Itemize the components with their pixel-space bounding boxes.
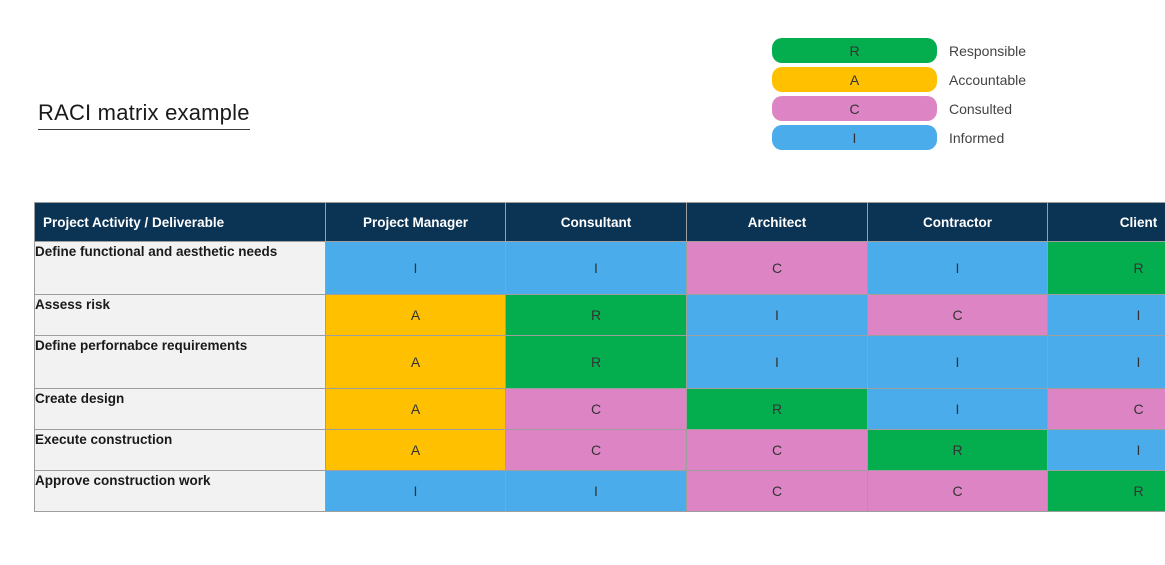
legend-label-responsible: Responsible	[949, 42, 1027, 59]
raci-cell: I	[1047, 335, 1165, 389]
table-body: Define functional and aesthetic needs I I C…	[34, 241, 1165, 512]
raci-cell: C	[686, 241, 868, 295]
raci-matrix-table: Project Activity / Deliverable Project Ma…	[34, 202, 1165, 512]
activity-label: Create design	[34, 388, 326, 430]
raci-cell: C	[867, 294, 1048, 336]
raci-cell: C	[686, 429, 868, 471]
raci-cell: C	[505, 429, 687, 471]
raci-cell: I	[1047, 294, 1165, 336]
raci-cell: I	[867, 335, 1048, 389]
raci-cell: R	[1047, 241, 1165, 295]
column-header-architect: Architect	[686, 202, 868, 242]
raci-cell: C	[686, 470, 868, 512]
table-header-row: Project Activity / Deliverable Project Ma…	[34, 202, 1165, 242]
activity-label: Define perfornabce requirements	[34, 335, 326, 389]
raci-cell: A	[325, 429, 506, 471]
legend-label-informed: Informed	[949, 129, 1005, 146]
raci-cell: I	[867, 388, 1048, 430]
legend-item-accountable: A Accountable	[772, 67, 1132, 92]
legend-item-responsible: R Responsible	[772, 38, 1132, 63]
raci-legend: R Responsible A Accountable C Consulted I Infor…	[772, 38, 1132, 154]
activity-label: Define functional and aesthetic needs	[34, 241, 326, 295]
raci-cell: I	[1047, 429, 1165, 471]
column-header-project-manager: Project Manager	[325, 202, 506, 242]
raci-cell: I	[505, 470, 687, 512]
column-header-project-activity-deliverable: Project Activity / Deliverable	[34, 202, 326, 242]
legend-chip-c: C	[772, 96, 937, 121]
table-row: Define functional and aesthetic needs I I C…	[34, 241, 1165, 295]
activity-label: Approve construction work	[34, 470, 326, 512]
table-row: Define perfornabce requirements A R I I I	[34, 335, 1165, 389]
raci-cell: A	[325, 294, 506, 336]
table-row: Create design A C R I C	[34, 388, 1165, 430]
legend-label-consulted: Consulted	[949, 100, 1013, 117]
table-row: Assess risk A R I C I	[34, 294, 1165, 336]
raci-cell: A	[325, 335, 506, 389]
raci-cell: I	[325, 241, 506, 295]
legend-label-accountable: Accountable	[949, 71, 1027, 88]
page-title: RACI matrix example	[38, 100, 250, 131]
table-row: Approve construction work I I C C R	[34, 470, 1165, 512]
legend-chip-r: R	[772, 38, 937, 63]
legend-chip-i: I	[772, 125, 937, 150]
legend-item-consulted: C Consulted	[772, 96, 1132, 121]
legend-chip-a: A	[772, 67, 937, 92]
activity-label: Assess risk	[34, 294, 326, 336]
raci-cell: C	[505, 388, 687, 430]
column-header-consultant: Consultant	[505, 202, 687, 242]
legend-item-informed: I Informed	[772, 125, 1132, 150]
raci-cell: R	[867, 429, 1048, 471]
raci-cell: R	[1047, 470, 1165, 512]
raci-cell: I	[686, 294, 868, 336]
activity-label: Execute construction	[34, 429, 326, 471]
column-header-contractor: Contractor	[867, 202, 1048, 242]
column-header-client: Client	[1047, 202, 1165, 242]
raci-cell: C	[867, 470, 1048, 512]
raci-cell: I	[505, 241, 687, 295]
raci-cell: I	[867, 241, 1048, 295]
raci-cell: R	[686, 388, 868, 430]
raci-cell: I	[325, 470, 506, 512]
table-header: Project Activity / Deliverable Project Ma…	[34, 202, 1165, 242]
raci-cell: C	[1047, 388, 1165, 430]
table-row: Execute construction A C C R I	[34, 429, 1165, 471]
raci-cell: R	[505, 335, 687, 389]
raci-cell: A	[325, 388, 506, 430]
raci-cell: R	[505, 294, 687, 336]
raci-cell: I	[686, 335, 868, 389]
